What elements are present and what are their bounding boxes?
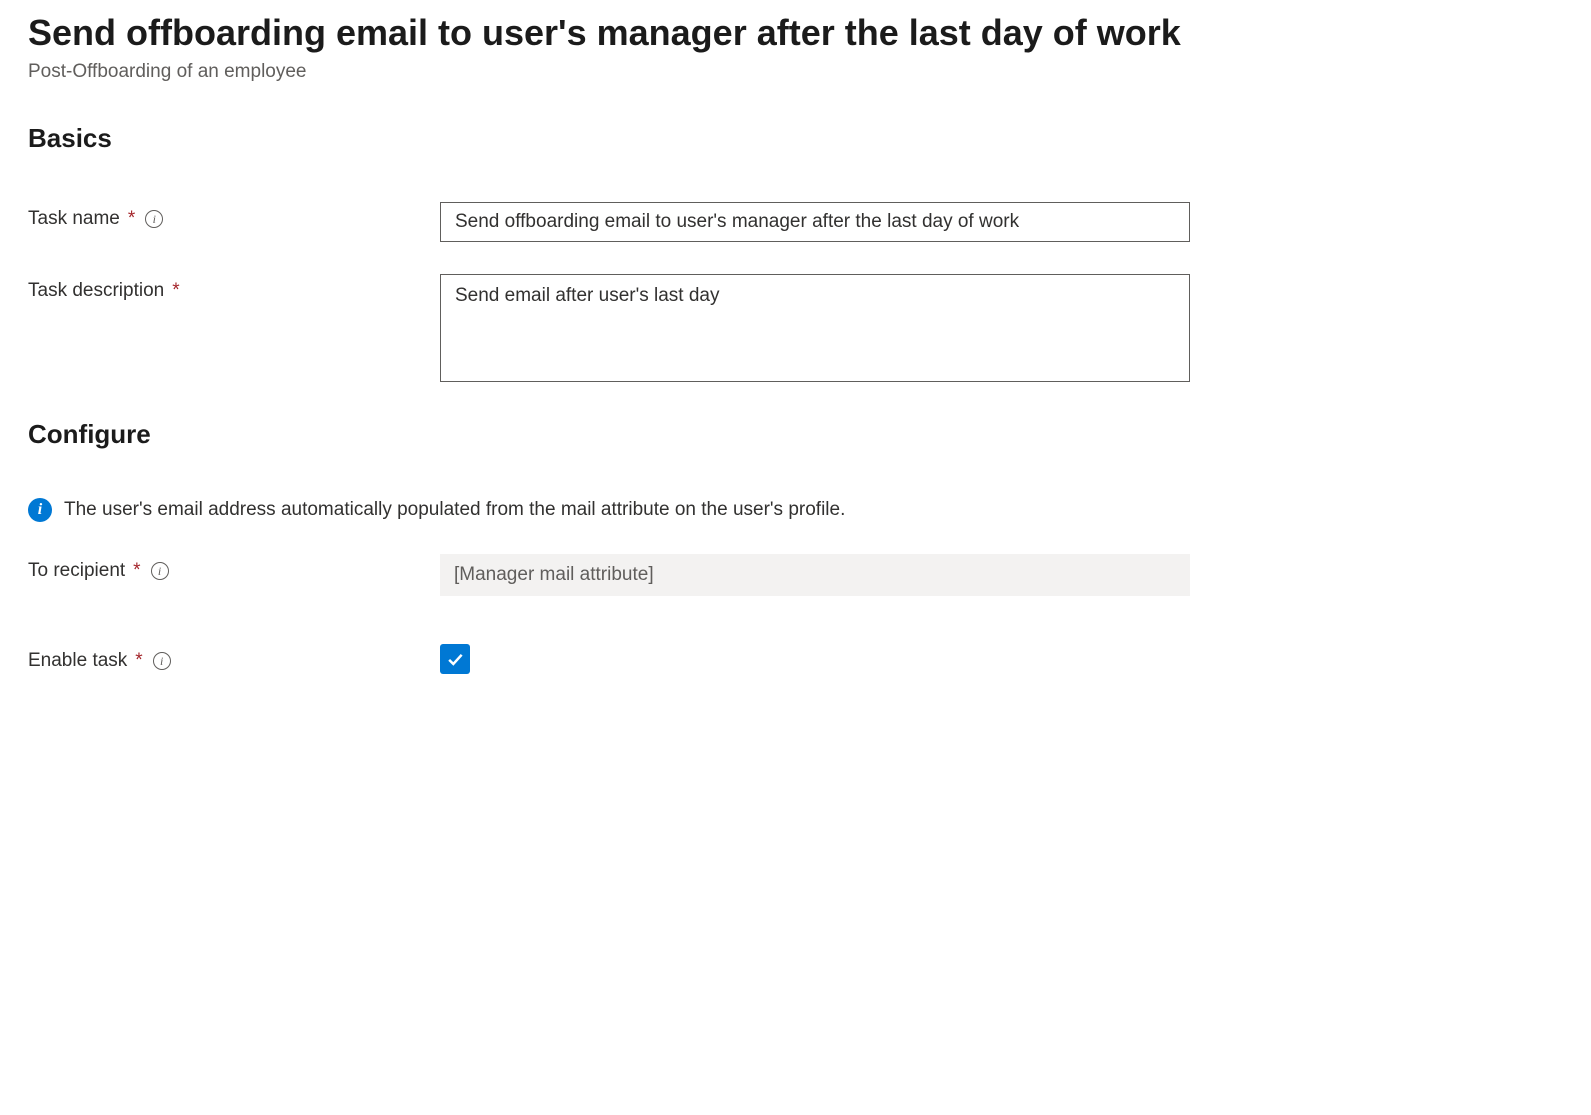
info-banner: i The user's email address automatically…	[28, 498, 1563, 522]
task-name-label: Task name * i	[28, 202, 440, 230]
task-description-row: Task description *	[28, 274, 1563, 387]
enable-task-label-text: Enable task	[28, 650, 127, 672]
info-icon[interactable]: i	[145, 210, 163, 228]
task-description-label-text: Task description	[28, 280, 164, 302]
configure-heading: Configure	[28, 419, 1563, 450]
info-icon[interactable]: i	[151, 562, 169, 580]
info-icon[interactable]: i	[153, 652, 171, 670]
task-name-row: Task name * i	[28, 202, 1563, 242]
task-name-label-text: Task name	[28, 208, 120, 230]
required-indicator: *	[128, 208, 135, 230]
required-indicator: *	[135, 650, 142, 672]
page-subtitle: Post-Offboarding of an employee	[28, 61, 1563, 83]
enable-task-checkbox[interactable]	[440, 644, 470, 674]
required-indicator: *	[133, 560, 140, 582]
task-description-input[interactable]	[440, 274, 1190, 382]
to-recipient-row: To recipient * i	[28, 554, 1563, 596]
checkmark-icon	[445, 649, 465, 669]
enable-task-row: Enable task * i	[28, 644, 1563, 674]
page-title: Send offboarding email to user's manager…	[28, 10, 1563, 57]
to-recipient-field	[440, 554, 1190, 596]
info-banner-text: The user's email address automatically p…	[64, 499, 845, 521]
info-filled-icon: i	[28, 498, 52, 522]
basics-heading: Basics	[28, 123, 1563, 154]
to-recipient-label-text: To recipient	[28, 560, 125, 582]
task-description-label: Task description *	[28, 274, 440, 302]
enable-task-label: Enable task * i	[28, 644, 440, 672]
required-indicator: *	[172, 280, 179, 302]
task-name-input[interactable]	[440, 202, 1190, 242]
to-recipient-label: To recipient * i	[28, 554, 440, 582]
